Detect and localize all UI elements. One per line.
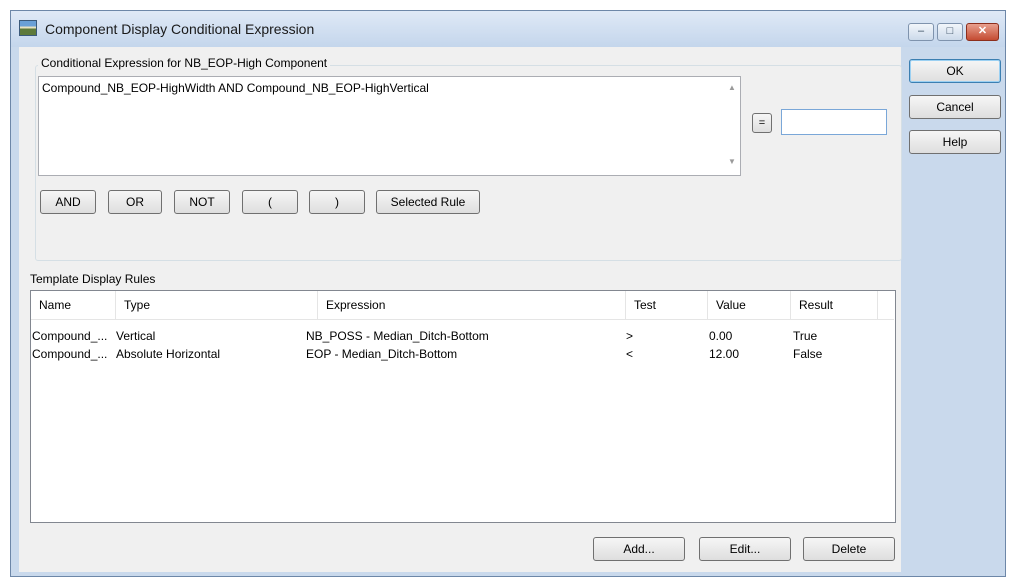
rules-list[interactable]: Name Type Expression Test Value Result C… (30, 290, 896, 523)
expression-textarea[interactable]: Compound_NB_EOP-HighWidth AND Compound_N… (38, 76, 741, 176)
row-name: Compound_... (32, 347, 108, 361)
selected-rule-button[interactable]: Selected Rule (376, 190, 480, 214)
conditional-expression-label: Conditional Expression for NB_EOP-High C… (38, 56, 331, 70)
maximize-button[interactable]: □ (937, 23, 963, 41)
maximize-icon: □ (946, 25, 954, 37)
minimize-button[interactable]: – (908, 23, 934, 41)
close-paren-button[interactable]: ) (309, 190, 365, 214)
scroll-down-icon[interactable]: ▼ (728, 157, 736, 166)
column-header-expression[interactable]: Expression (318, 291, 626, 319)
row-expression: EOP - Median_Ditch-Bottom (306, 347, 458, 361)
row-result: False (793, 347, 823, 361)
row-test: > (626, 329, 634, 343)
template-display-rules-label: Template Display Rules (30, 272, 156, 286)
ok-button[interactable]: OK (909, 59, 1001, 83)
close-button[interactable]: ✕ (966, 23, 999, 41)
row-result: True (793, 329, 818, 343)
cancel-button[interactable]: Cancel (909, 95, 1001, 119)
title-bar[interactable]: Component Display Conditional Expression… (11, 11, 1005, 47)
window-title: Component Display Conditional Expression (45, 21, 315, 37)
column-header-name[interactable]: Name (31, 291, 116, 319)
row-type: Absolute Horizontal (116, 347, 221, 361)
or-button[interactable]: OR (108, 190, 162, 214)
column-header-result[interactable]: Result (791, 291, 878, 319)
minimize-icon: – (917, 25, 925, 37)
value-input[interactable] (781, 109, 887, 135)
row-expression: NB_POSS - Median_Ditch-Bottom (306, 329, 489, 343)
help-button[interactable]: Help (909, 130, 1001, 154)
close-icon: ✕ (977, 25, 988, 37)
row-name: Compound_... (32, 329, 108, 343)
scroll-up-icon[interactable]: ▲ (728, 83, 736, 92)
row-value: 0.00 (709, 329, 733, 343)
add-button[interactable]: Add... (593, 537, 685, 561)
column-header-type[interactable]: Type (116, 291, 318, 319)
row-test: < (626, 347, 634, 361)
expression-scrollbar[interactable]: ▲ ▼ (724, 77, 740, 175)
app-icon (19, 20, 37, 36)
delete-button[interactable]: Delete (803, 537, 895, 561)
table-row[interactable]: Compound_... Vertical NB_POSS - Median_D… (31, 328, 894, 346)
column-header-value[interactable]: Value (708, 291, 791, 319)
rules-header-row: Name Type Expression Test Value Result (31, 291, 894, 320)
and-button[interactable]: AND (40, 190, 96, 214)
row-value: 12.00 (709, 347, 740, 361)
row-type: Vertical (116, 329, 156, 343)
expression-text: Compound_NB_EOP-HighWidth AND Compound_N… (42, 81, 429, 95)
table-row[interactable]: Compound_... Absolute Horizontal EOP - M… (31, 346, 894, 364)
equals-button[interactable]: = (752, 113, 772, 133)
not-button[interactable]: NOT (174, 190, 230, 214)
edit-button[interactable]: Edit... (699, 537, 791, 561)
open-paren-button[interactable]: ( (242, 190, 298, 214)
column-header-test[interactable]: Test (626, 291, 708, 319)
